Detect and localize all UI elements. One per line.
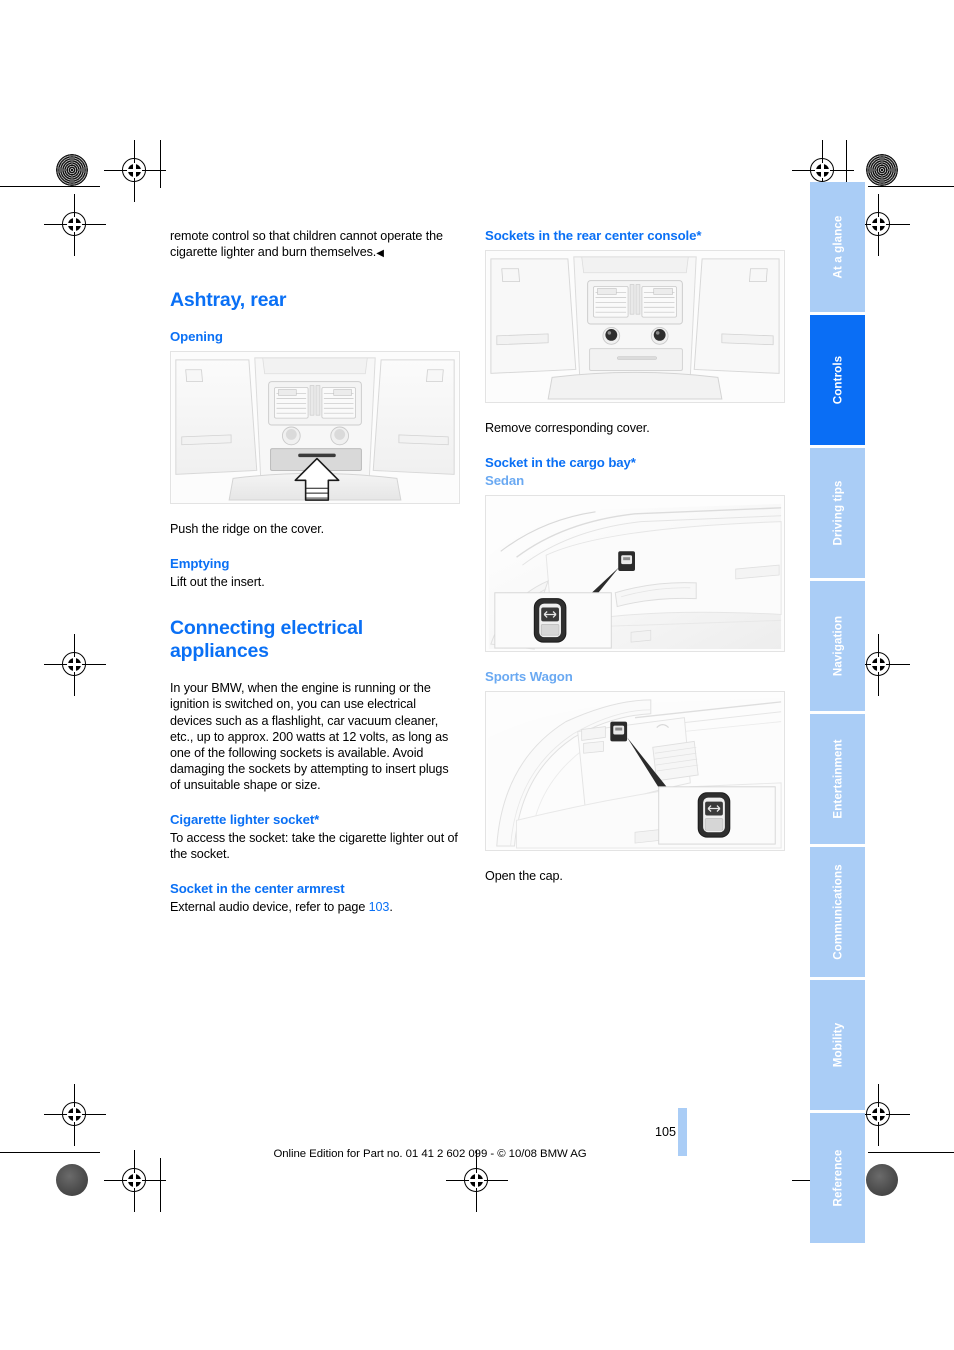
chapter-tab-navigation[interactable]: Navigation (810, 581, 865, 711)
chapter-tab-reference[interactable]: Reference (810, 1113, 865, 1243)
chapter-tab-rail[interactable]: At a glance Controls Driving tips Naviga… (810, 182, 865, 1246)
text-socket-center-armrest: External audio device, refer to page 103… (170, 900, 393, 915)
section-title-connecting-electrical-appliances: Connecting electrical appliances (170, 617, 364, 663)
end-of-warning-marker: ◀ (376, 248, 384, 260)
text-lift-out-insert: Lift out the insert. (170, 575, 265, 590)
text-push-ridge: Push the ridge on the cover. (170, 522, 325, 537)
text-cigarette-lighter-socket: To access the socket: take the cigarette… (170, 831, 458, 862)
text-remove-corresponding-cover: Remove corresponding cover. (485, 421, 650, 435)
page-footer: 105 Online Edition for Part no. 01 41 2 … (170, 1125, 690, 1160)
socket-cover-right (650, 327, 669, 345)
chapter-tab-label: At a glance (831, 215, 844, 279)
continued-paragraph: remote control so that children cannot o… (170, 229, 443, 260)
subheading-emptying: Emptying (170, 556, 230, 572)
page-number: 105 (654, 1125, 676, 1139)
illustration-sports-wagon-cargo-bay-socket (486, 692, 784, 851)
chapter-tab-mobility[interactable]: Mobility (810, 980, 865, 1110)
manual-page: remote control so that children cannot o… (0, 0, 954, 1350)
chapter-tab-label: Entertainment (831, 739, 844, 819)
figure-rear-console-ashtray (170, 351, 460, 505)
chapter-tab-label: Reference (831, 1149, 844, 1207)
paragraph-connecting-appliances: In your BMW, when the engine is running … (170, 681, 449, 792)
chapter-tab-entertainment[interactable]: Entertainment (810, 714, 865, 844)
socket-detail-inset (494, 592, 612, 649)
left-column: remote control so that children cannot o… (170, 228, 460, 915)
cargo-socket-in-scene-wagon (610, 721, 628, 742)
subheading-sedan: Sedan (485, 473, 525, 489)
chapter-tab-label: Mobility (831, 1022, 844, 1068)
subheading-cigarette-lighter-socket: Cigarette lighter socket* (170, 812, 320, 828)
subheading-sports-wagon: Sports Wagon (485, 669, 573, 685)
subheading-sockets-rear-center-console: Sockets in the rear center console* (485, 228, 702, 243)
right-column: Sockets in the rear center console* Remo… (485, 228, 785, 884)
footer-edition-line: Online Edition for Part no. 01 41 2 602 … (273, 1148, 587, 1160)
figure-cargo-bay-socket-sedan (485, 495, 785, 653)
illustration-rear-center-console-sockets (486, 251, 784, 402)
chapter-tab-label: Communications (831, 864, 844, 960)
figure-rear-center-console-sockets (485, 250, 785, 403)
socket-cover-left (602, 327, 621, 345)
chapter-tab-driving-tips[interactable]: Driving tips (810, 448, 865, 578)
illustration-rear-center-console-open (171, 352, 459, 504)
chapter-tab-label: Driving tips (831, 480, 844, 546)
subheading-socket-center-armrest: Socket in the center armrest (170, 881, 345, 897)
chapter-tab-communications[interactable]: Communications (810, 847, 865, 977)
chapter-tab-at-a-glance[interactable]: At a glance (810, 182, 865, 312)
text-open-the-cap: Open the cap. (485, 869, 563, 884)
illustration-sedan-cargo-bay-socket (486, 496, 784, 652)
chapter-tab-controls[interactable]: Controls (810, 315, 865, 445)
subheading-opening: Opening (170, 329, 223, 345)
chapter-tab-label: Navigation (831, 615, 844, 677)
subheading-socket-cargo-bay: Socket in the cargo bay* (485, 455, 636, 471)
page-edge-marker (678, 1108, 687, 1156)
page-reference-link-103[interactable]: 103 (369, 900, 390, 914)
page-title-ashtray-rear: Ashtray, rear (170, 289, 287, 312)
cargo-socket-in-scene (618, 551, 635, 572)
figure-cargo-bay-socket-sports-wagon (485, 691, 785, 852)
socket-detail-inset-wagon (658, 786, 776, 845)
chapter-tab-label: Controls (831, 355, 844, 405)
